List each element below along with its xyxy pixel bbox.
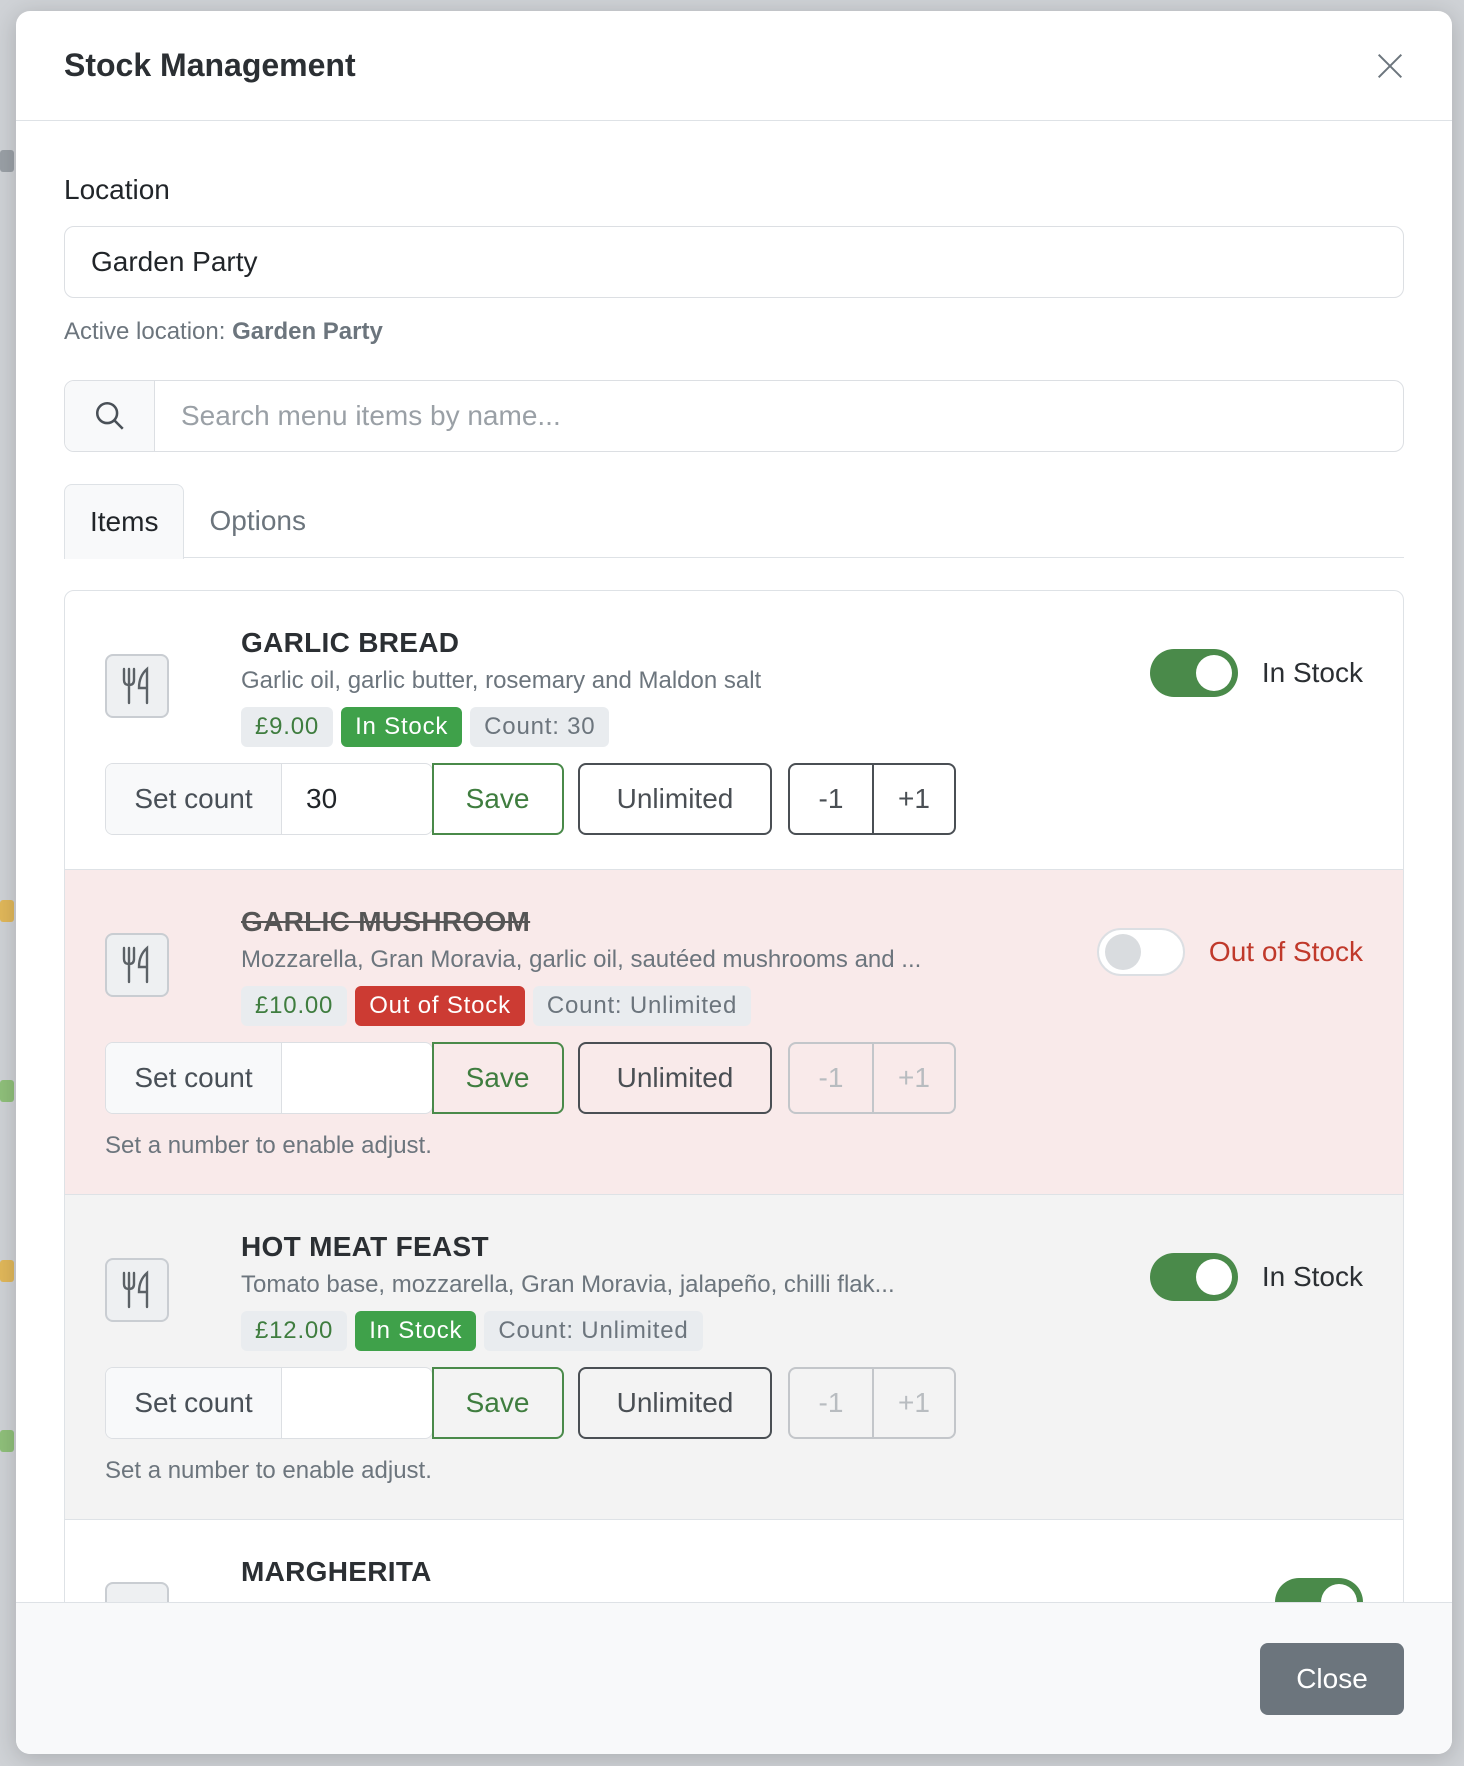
increment-button[interactable]: +1 [872,1044,954,1112]
set-count-label: Set count [106,1043,282,1113]
stock-toggle[interactable] [1149,1253,1238,1301]
list-item: MARGHERITA [65,1520,1403,1602]
stock-toggle-group: Out of Stock [1096,928,1363,976]
backdrop-streak [0,900,14,922]
decrement-button[interactable]: -1 [790,765,872,833]
close-button[interactable]: Close [1260,1642,1404,1715]
item-name: MARGHERITA [241,1556,432,1587]
increment-button[interactable]: +1 [872,765,954,833]
count-badge: Count: Unlimited [484,1311,703,1351]
stock-management-modal: Stock Management Location Garden Party A… [16,11,1452,1754]
tab-items[interactable]: Items [64,484,185,559]
set-count-group: Set count 30 [105,763,433,835]
unlimited-button[interactable]: Unlimited [578,1042,772,1114]
stock-toggle-label: In Stock [1261,657,1363,688]
stock-toggle-label: In Stock [1261,1261,1363,1292]
location-select[interactable]: Garden Party [64,226,1404,298]
count-input[interactable] [282,1043,432,1113]
backdrop-streak [0,1430,14,1452]
unlimited-button[interactable]: Unlimited [578,1367,772,1439]
active-location-prefix: Active location: [64,318,226,345]
unlimited-button[interactable]: Unlimited [578,763,772,835]
utensils-icon [105,1258,169,1322]
set-count-group: Set count [105,1042,433,1114]
adjust-hint: Set a number to enable adjust. [105,1132,432,1159]
active-location-text: Active location: Garden Party [64,318,1404,346]
backdrop-streak [0,1260,14,1282]
stock-toggle[interactable] [1096,928,1185,976]
adjust-hint: Set a number to enable adjust. [105,1457,432,1484]
count-input[interactable]: 30 [282,764,432,834]
count-badge: Count: Unlimited [532,986,752,1026]
item-list: GARLIC BREAD Garlic oil, garlic butter, … [64,590,1404,1602]
set-count-label: Set count [106,1368,282,1438]
decrement-button[interactable]: -1 [790,1044,872,1112]
stock-toggle[interactable] [1149,649,1238,697]
search-addon [65,381,155,451]
price-badge: £10.00 [241,986,348,1026]
tab-bar: Items Options [64,484,1404,559]
stock-toggle-group [1275,1578,1363,1602]
list-item: HOT MEAT FEAST Tomato base, mozzarella, … [65,1195,1403,1520]
status-badge: In Stock [341,707,463,747]
save-button[interactable]: Save [431,1367,564,1439]
tab-options[interactable]: Options [184,484,331,557]
stock-toggle-group: In Stock [1149,649,1363,697]
backdrop-streak [0,1080,14,1102]
save-button[interactable]: Save [431,1042,564,1114]
price-badge: £12.00 [241,1311,348,1351]
utensils-icon [105,933,169,997]
set-count-label: Set count [106,764,282,834]
status-badge: In Stock [355,1311,477,1351]
count-badge: Count: 30 [470,707,610,747]
modal-title: Stock Management [64,47,356,83]
location-label: Location [64,174,170,205]
count-stepper: -1 +1 [788,763,956,835]
decrement-button[interactable]: -1 [790,1369,872,1437]
search-group: Search menu items by name... [64,380,1404,452]
save-button[interactable]: Save [431,763,564,835]
utensils-icon [105,1582,169,1602]
search-input[interactable]: Search menu items by name... [155,381,1403,451]
price-badge: £9.00 [241,707,334,747]
modal-footer: Close [16,1602,1452,1754]
list-item: GARLIC BREAD Garlic oil, garlic butter, … [65,591,1403,870]
close-icon[interactable] [1376,52,1404,80]
list-item: GARLIC MUSHROOM Mozzarella, Gran Moravia… [65,870,1403,1195]
utensils-icon [105,654,169,718]
count-stepper: -1 +1 [788,1367,956,1439]
active-location-value: Garden Party [232,318,383,345]
modal-header: Stock Management [16,11,1452,121]
modal-body: Location Garden Party Active location: G… [16,122,1452,1602]
status-badge: Out of Stock [355,986,525,1026]
stock-toggle-group: In Stock [1149,1253,1363,1301]
set-count-group: Set count [105,1367,433,1439]
count-stepper: -1 +1 [788,1042,956,1114]
search-icon [95,401,124,430]
stock-toggle[interactable] [1275,1578,1363,1602]
count-input[interactable] [282,1368,432,1438]
increment-button[interactable]: +1 [872,1369,954,1437]
backdrop-streak [0,150,14,172]
stock-toggle-label: Out of Stock [1208,936,1363,967]
